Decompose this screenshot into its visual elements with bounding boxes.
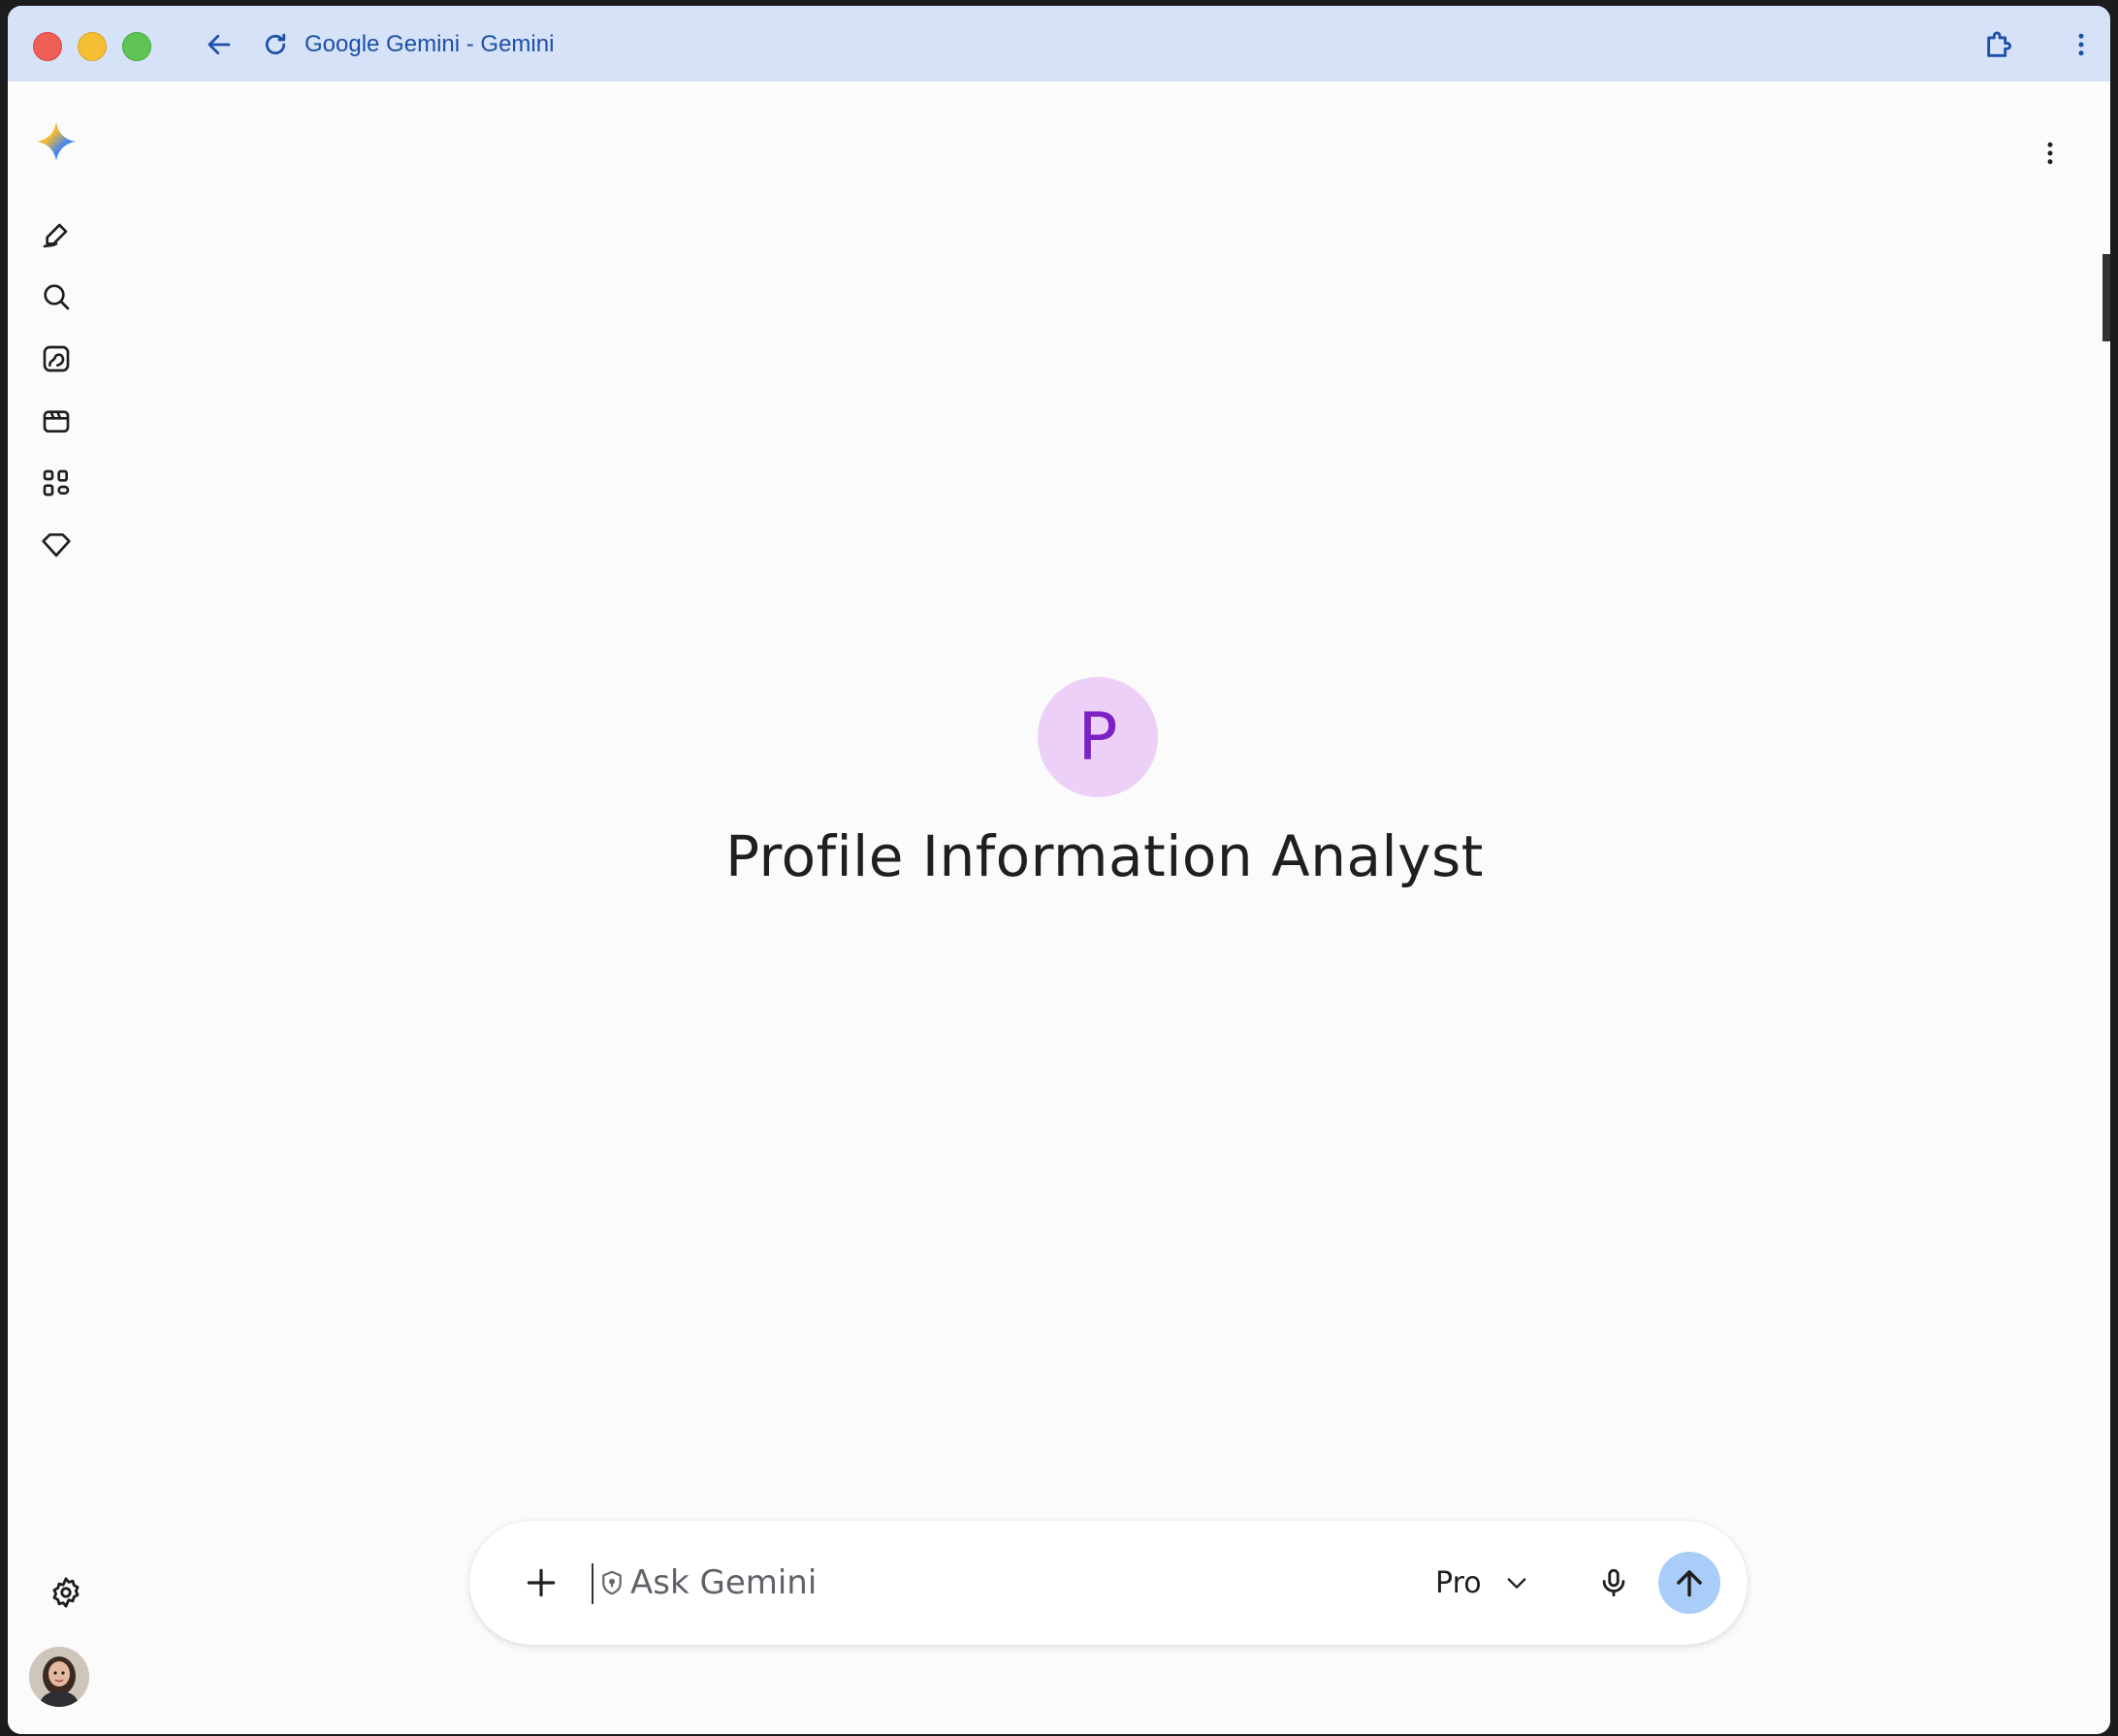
videos-button[interactable]	[35, 400, 78, 442]
image-gallery-icon	[43, 345, 70, 372]
gemini-logo[interactable]	[35, 120, 78, 163]
settings-button[interactable]	[45, 1571, 87, 1614]
vertical-dots-icon	[2078, 33, 2084, 56]
puzzle-extension-icon	[1987, 31, 2011, 57]
reload-icon	[265, 33, 286, 55]
chevron-down-icon	[1507, 1578, 1525, 1589]
reload-button[interactable]	[254, 23, 297, 66]
search-icon	[44, 284, 70, 310]
text-cursor	[592, 1563, 594, 1604]
browser-window: Google Gemini - Gemini P Profile Informa…	[8, 6, 2110, 1734]
back-button[interactable]	[198, 23, 241, 66]
settings-gear-icon	[52, 1577, 80, 1608]
browser-menu-button[interactable]	[2060, 23, 2102, 66]
apps-icon	[43, 469, 70, 497]
microphone-icon	[1602, 1568, 1625, 1597]
plus-icon	[527, 1568, 556, 1597]
close-window-button[interactable]	[33, 32, 62, 61]
microphone-button[interactable]	[1592, 1561, 1635, 1604]
model-selector[interactable]: Pro	[1435, 1558, 1530, 1608]
maximize-window-button[interactable]	[122, 32, 151, 61]
gem-avatar: P	[1038, 677, 1158, 797]
page-title: Google Gemini - Gemini	[305, 31, 555, 57]
title-bar: Google Gemini - Gemini	[8, 6, 2110, 81]
prompt-composer: Pro	[469, 1521, 1748, 1645]
apps-button[interactable]	[35, 462, 78, 504]
shield-icon	[602, 1570, 622, 1595]
add-attachment-button[interactable]	[520, 1561, 562, 1604]
more-options-button[interactable]	[2031, 132, 2070, 175]
search-button[interactable]	[35, 275, 78, 318]
gemini-app: P Profile Information Analyst Pro	[8, 81, 2110, 1734]
new-chat-icon	[43, 223, 68, 248]
profile-photo	[29, 1647, 89, 1707]
gems-button[interactable]	[35, 524, 78, 566]
minimize-window-button[interactable]	[78, 32, 107, 61]
vertical-dots-icon	[2047, 142, 2053, 165]
arrow-up-icon	[1677, 1570, 1702, 1597]
gemini-sparkle-icon	[36, 121, 77, 162]
gem-title: Profile Information Analyst	[725, 823, 1484, 889]
arrow-left-icon	[208, 34, 231, 55]
images-button[interactable]	[35, 338, 78, 380]
account-avatar[interactable]	[29, 1647, 89, 1707]
video-clapper-icon	[43, 410, 70, 433]
model-label: Pro	[1435, 1565, 1482, 1600]
scrollbar[interactable]	[2102, 254, 2110, 341]
new-chat-button[interactable]	[35, 213, 78, 256]
send-button[interactable]	[1658, 1552, 1720, 1614]
extensions-button[interactable]	[1978, 23, 2021, 66]
prompt-input[interactable]	[630, 1559, 1309, 1606]
gem-diamond-icon	[42, 533, 71, 557]
